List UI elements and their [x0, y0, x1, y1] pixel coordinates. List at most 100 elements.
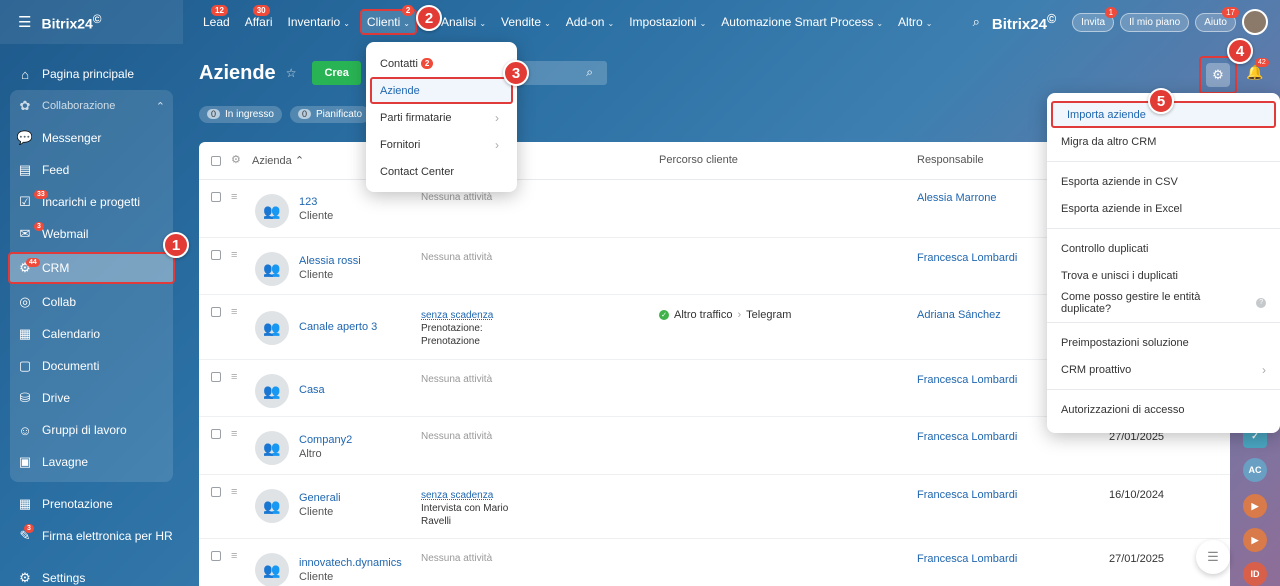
camera-icon[interactable]: ▶ [1243, 528, 1267, 552]
menu-item-fornitori[interactable]: Fornitori › [366, 131, 517, 158]
filter-incoming[interactable]: 0 In ingresso [199, 105, 282, 123]
menu-item-contact-center[interactable]: Contact Center [366, 158, 517, 185]
owner-link[interactable]: Francesca Lombardi [917, 553, 1017, 565]
header-path[interactable]: Percorso cliente [659, 154, 738, 166]
menu-item-access-permissions[interactable]: Autorizzazioni di accesso [1047, 396, 1280, 423]
sidebar-item-messenger[interactable]: 💬 Messenger [10, 122, 173, 154]
row-checkbox[interactable] [211, 192, 221, 202]
owner-link[interactable]: Francesca Lombardi [917, 431, 1017, 443]
row-checkbox[interactable] [211, 551, 221, 561]
sidebar-item-tasks[interactable]: ☑ 33 Incarichi e progetti [10, 186, 173, 218]
nav-add-on[interactable]: Add-on ⌄ [566, 11, 614, 33]
menu-item-duplicate-check[interactable]: Controllo duplicati [1047, 235, 1280, 262]
row-checkbox[interactable] [211, 487, 221, 497]
brand-logo[interactable]: Bitrix24© [41, 13, 101, 32]
menu-item-proactive-crm[interactable]: CRM proattivo › [1047, 356, 1280, 383]
nav-automazione[interactable]: Automazione Smart Process ⌄ [721, 11, 883, 33]
nav-inventario[interactable]: Inventario ⌄ [288, 11, 350, 33]
sidebar-item-crm[interactable]: ⚙ 44 CRM [8, 252, 175, 284]
row-checkbox[interactable] [211, 307, 221, 317]
mail-icon: ✉ [19, 226, 31, 241]
drag-handle-icon[interactable]: ≡ [231, 428, 237, 440]
sidebar-item-collab[interactable]: ◎ Collab [10, 286, 173, 318]
menu-item-aziende[interactable]: Aziende [370, 77, 513, 104]
menu-item-migrate[interactable]: Migra da altro CRM [1047, 128, 1280, 155]
sidebar-item-home[interactable]: ⌂ Pagina principale [0, 58, 183, 90]
sidebar-item-documents[interactable]: ▢ Documenti [10, 350, 173, 382]
nav-vendite[interactable]: Vendite ⌄ [501, 11, 551, 33]
sidebar-item-calendar[interactable]: ▦ Calendario [10, 318, 173, 350]
owner-link[interactable]: Adriana Sánchez [917, 309, 1001, 321]
avatar[interactable] [1242, 9, 1268, 35]
menu-item-export-csv[interactable]: Esporta aziende in CSV [1047, 168, 1280, 195]
sidebar-item-booking[interactable]: ▦ Prenotazione [0, 488, 183, 520]
header-company[interactable]: Azienda ⌃ [252, 154, 304, 167]
gear-icon[interactable]: ⚙ [231, 153, 241, 166]
sidebar-group-header[interactable]: ✿ Collaborazione ⌃ [10, 90, 173, 122]
contact-avatar[interactable]: AC [1243, 458, 1267, 482]
sidebar-item-boards[interactable]: ▣ Lavagne [10, 446, 173, 478]
pin-icon[interactable]: ☆ [286, 66, 297, 80]
search-icon[interactable]: ⌕ [973, 14, 980, 30]
owner-link[interactable]: Francesca Lombardi [917, 489, 1017, 501]
sidebar-item-esign[interactable]: ✎ 3 Firma elettronica per HR [0, 520, 183, 552]
sidebar-item-drive[interactable]: ⛁ Drive [10, 382, 173, 414]
nav-label: Lead [203, 15, 230, 29]
nav-impostazioni[interactable]: Impostazioni ⌄ [629, 11, 706, 33]
drag-handle-icon[interactable]: ≡ [231, 371, 237, 383]
owner-link[interactable]: Alessia Marrone [917, 192, 996, 204]
drag-handle-icon[interactable]: ≡ [231, 486, 237, 498]
drag-handle-icon[interactable]: ≡ [231, 191, 237, 203]
deadline-link[interactable]: senza scadenza [421, 490, 493, 501]
menu-icon[interactable]: ☰ [18, 13, 31, 31]
filter-planned[interactable]: 0 Pianificato [289, 105, 371, 123]
owner-link[interactable]: Francesca Lombardi [917, 374, 1017, 386]
table-row[interactable]: ≡ 👥 Generali Cliente senza scadenza Inter… [199, 475, 1230, 539]
row-checkbox[interactable] [211, 429, 221, 439]
list-menu-button[interactable]: ☰ [1196, 540, 1230, 574]
drag-handle-icon[interactable]: ≡ [231, 550, 237, 562]
menu-item-export-excel[interactable]: Esporta aziende in Excel [1047, 195, 1280, 222]
company-name[interactable]: Generali [299, 492, 341, 504]
header-owner[interactable]: Responsabile [917, 154, 984, 166]
company-name[interactable]: Company2 [299, 434, 352, 446]
chevron-down-icon: ⌄ [925, 19, 933, 28]
nav-altro[interactable]: Altro ⌄ [898, 11, 932, 33]
drag-handle-icon[interactable]: ≡ [231, 249, 237, 261]
menu-item-merge-duplicates[interactable]: Trova e unisci i duplicati [1047, 262, 1280, 289]
row-checkbox[interactable] [211, 250, 221, 260]
company-name[interactable]: Alessia rossi [299, 255, 361, 267]
plan-button[interactable]: Il mio piano [1120, 12, 1190, 32]
drag-handle-icon[interactable]: ≡ [231, 306, 237, 318]
select-all-checkbox[interactable] [211, 156, 221, 166]
table-row[interactable]: ≡ 👥 innovatech.dynamics Cliente Nessuna … [199, 539, 1230, 586]
settings-button[interactable]: ⚙ [1199, 56, 1237, 94]
invite-button[interactable]: Invita 1 [1072, 6, 1118, 32]
nav-affari[interactable]: 30 Affari [245, 5, 273, 33]
video-call-icon[interactable]: ▶ [1243, 494, 1267, 518]
menu-item-presets[interactable]: Preimpostazioni soluzione [1047, 329, 1280, 356]
sidebar-item-settings[interactable]: ⚙ Settings [0, 562, 183, 586]
sidebar-item-feed[interactable]: ▤ Feed [10, 154, 173, 186]
contact-avatar[interactable]: ID [1243, 562, 1267, 586]
menu-item-contatti[interactable]: Contatti 2 [366, 50, 517, 77]
row-checkbox[interactable] [211, 372, 221, 382]
company-name[interactable]: 123 [299, 196, 317, 208]
owner-link[interactable]: Francesca Lombardi [917, 252, 1017, 264]
sidebar-item-webmail[interactable]: ✉ 3 Webmail [10, 218, 173, 250]
sidebar-item-groups[interactable]: ☺ Gruppi di lavoro [10, 414, 173, 446]
help-icon[interactable]: ? [1256, 297, 1266, 308]
menu-item-duplicates-help[interactable]: Come posso gestire le entità duplicate?? [1047, 289, 1280, 316]
plan-label: Il mio piano [1129, 16, 1181, 28]
company-name[interactable]: Casa [299, 384, 325, 396]
company-name[interactable]: Canale aperto 3 [299, 321, 377, 333]
help-button[interactable]: Aiuto 17 [1195, 6, 1239, 32]
nav-analisi[interactable]: Analisi ⌄ [441, 11, 486, 33]
create-button[interactable]: Crea [312, 61, 361, 85]
menu-item-parti-firmatarie[interactable]: Parti firmatarie › [366, 104, 517, 131]
deadline-link[interactable]: senza scadenza [421, 310, 493, 321]
bell-icon[interactable]: 🔔 42 [1246, 58, 1269, 81]
nav-lead[interactable]: 12 Lead [203, 5, 230, 33]
company-name[interactable]: innovatech.dynamics [299, 557, 402, 569]
nav-clienti[interactable]: 2 Clienti ⌄ [359, 5, 417, 35]
